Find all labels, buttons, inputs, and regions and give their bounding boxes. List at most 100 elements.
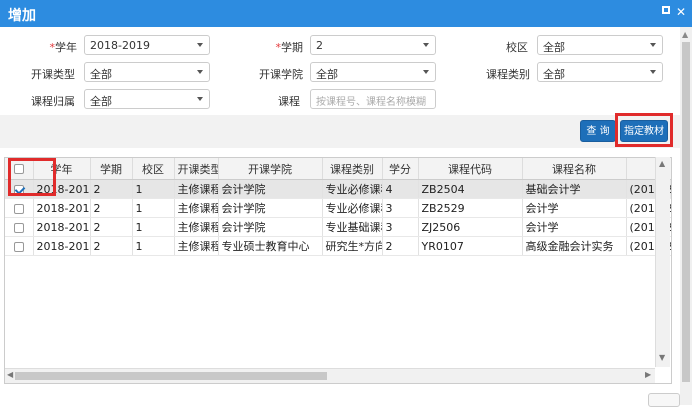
cell-course-name: 会计学 [522, 217, 627, 237]
cell-course-code: ZB2504 [418, 179, 523, 199]
col-header-campus[interactable]: 校区 [132, 158, 175, 180]
row-checkbox-cell[interactable] [5, 236, 34, 256]
close-icon[interactable]: ✕ [675, 6, 687, 18]
cell-course-name: 高级金融会计实务 [522, 236, 627, 256]
col-header-course-category[interactable]: 课程类别 [322, 158, 383, 180]
select-all-header[interactable] [5, 158, 34, 180]
term-select[interactable]: 2 [310, 35, 436, 55]
cell-credits: 3 [382, 217, 419, 237]
grid-vertical-scrollbar[interactable]: ▲ ▼ [655, 157, 670, 367]
cell-course-code: ZB2529 [418, 198, 523, 218]
cell-course-category: 专业必修课程 [322, 179, 383, 199]
campus-select[interactable]: 全部 [537, 35, 663, 55]
col-header-term[interactable]: 学期 [90, 158, 133, 180]
course-label: 课程 [278, 95, 300, 108]
cell-term: 2 [90, 179, 133, 199]
cell-campus: 1 [132, 198, 175, 218]
cell-college: 会计学院 [218, 217, 323, 237]
cell-term: 2 [90, 217, 133, 237]
table-row[interactable]: 2018-2019 2 1 主修课程 会计学院 专业必修课程 3 ZB2529 … [5, 198, 671, 218]
cell-course-type: 主修课程 [174, 179, 219, 199]
cell-college: 会计学院 [218, 179, 323, 199]
course-table: 学年 学期 校区 开课类型 开课学院 课程类别 学分 课程代码 课程名称 201… [5, 158, 671, 256]
dialog-titlebar: 增加 ✕ [0, 0, 692, 27]
cell-campus: 1 [132, 179, 175, 199]
cell-college: 专业硕士教育中心 [218, 236, 323, 256]
scroll-down-arrow-icon[interactable]: ▼ [659, 353, 665, 362]
scroll-up-arrow-icon[interactable]: ▲ [659, 159, 665, 168]
col-header-course-code[interactable]: 课程代码 [418, 158, 523, 180]
course-category-label: 课程类别 [486, 68, 530, 81]
cell-school-year: 2018-2019 [33, 198, 91, 218]
col-header-college[interactable]: 开课学院 [218, 158, 323, 180]
search-form: *学年 2018-2019 *学期 2 校区 全部 开课类型 全部 开课学院 全… [0, 27, 680, 115]
cell-credits: 2 [382, 236, 419, 256]
course-belong-label: 课程归属 [31, 95, 75, 108]
term-label: *学期 [275, 41, 304, 54]
scroll-right-arrow-icon[interactable]: ▶ [645, 370, 651, 379]
dialog-title: 增加 [8, 8, 36, 24]
cell-school-year: 2018-2019 [33, 217, 91, 237]
row-checkbox[interactable] [13, 184, 24, 195]
cell-course-type: 主修课程 [174, 236, 219, 256]
assign-textbook-button[interactable]: 指定教材 [620, 120, 668, 142]
grid-horizontal-scrollbar[interactable]: ◀ ▶ [5, 368, 655, 383]
campus-label: 校区 [506, 41, 528, 54]
scroll-up-arrow-icon[interactable]: ▲ [682, 30, 688, 39]
cell-course-type: 主修课程 [174, 198, 219, 218]
cell-course-code: ZJ2506 [418, 217, 523, 237]
select-all-checkbox[interactable] [13, 164, 24, 174]
chevron-down-icon [650, 70, 656, 74]
row-checkbox[interactable] [13, 203, 24, 214]
cell-campus: 1 [132, 217, 175, 237]
cell-course-name: 会计学 [522, 198, 627, 218]
course-belong-select[interactable]: 全部 [84, 89, 210, 109]
row-checkbox[interactable] [13, 222, 24, 233]
course-search-input[interactable]: 按课程号、课程名称模糊 [310, 89, 436, 109]
cell-school-year: 2018-2019 [33, 179, 91, 199]
cell-term: 2 [90, 236, 133, 256]
dialog-scroll-thumb[interactable] [682, 42, 690, 382]
course-type-select[interactable]: 全部 [84, 62, 210, 82]
cell-school-year: 2018-2019 [33, 236, 91, 256]
maximize-icon[interactable] [660, 6, 672, 18]
cell-campus: 1 [132, 236, 175, 256]
action-toolbar [0, 115, 680, 148]
school-year-select[interactable]: 2018-2019 [84, 35, 210, 55]
cell-course-type: 主修课程 [174, 217, 219, 237]
row-checkbox-cell[interactable] [5, 198, 34, 218]
cell-college: 会计学院 [218, 198, 323, 218]
col-header-school-year[interactable]: 学年 [33, 158, 91, 180]
table-row[interactable]: 2018-2019 2 1 主修课程 会计学院 专业必修课程 4 ZB2504 … [5, 179, 671, 199]
chevron-down-icon [197, 70, 203, 74]
chevron-down-icon [197, 97, 203, 101]
college-label: 开课学院 [259, 68, 303, 81]
course-grid: 学年 学期 校区 开课类型 开课学院 课程类别 学分 课程代码 课程名称 201… [4, 157, 672, 384]
cell-term: 2 [90, 198, 133, 218]
college-select[interactable]: 全部 [310, 62, 436, 82]
grid-hscroll-thumb[interactable] [15, 372, 327, 380]
row-checkbox-cell[interactable] [5, 179, 34, 199]
dialog-vertical-scrollbar[interactable]: ▲ [680, 27, 692, 405]
school-year-label: *学年 [49, 41, 78, 54]
table-row[interactable]: 2018-2019 2 1 主修课程 专业硕士教育中心 研究生*方向任 2 YR… [5, 236, 671, 256]
cell-course-name: 基础会计学 [522, 179, 627, 199]
table-header-row: 学年 学期 校区 开课类型 开课学院 课程类别 学分 课程代码 课程名称 [5, 158, 671, 180]
col-header-course-type[interactable]: 开课类型 [174, 158, 219, 180]
col-header-credits[interactable]: 学分 [382, 158, 419, 180]
col-header-course-name[interactable]: 课程名称 [522, 158, 627, 180]
cell-credits: 3 [382, 198, 419, 218]
course-type-label: 开课类型 [31, 68, 75, 81]
cell-course-code: YR0107 [418, 236, 523, 256]
chevron-down-icon [423, 70, 429, 74]
row-checkbox-cell[interactable] [5, 217, 34, 237]
scroll-left-arrow-icon[interactable]: ◀ [7, 370, 13, 379]
table-row[interactable]: 2018-2019 2 1 主修课程 会计学院 专业基础课程 3 ZJ2506 … [5, 217, 671, 237]
cell-credits: 4 [382, 179, 419, 199]
query-button[interactable]: 查 询 [580, 120, 616, 142]
course-category-select[interactable]: 全部 [537, 62, 663, 82]
cell-course-category: 专业基础课程 [322, 217, 383, 237]
chevron-down-icon [650, 43, 656, 47]
chevron-down-icon [423, 43, 429, 47]
row-checkbox[interactable] [13, 241, 24, 252]
